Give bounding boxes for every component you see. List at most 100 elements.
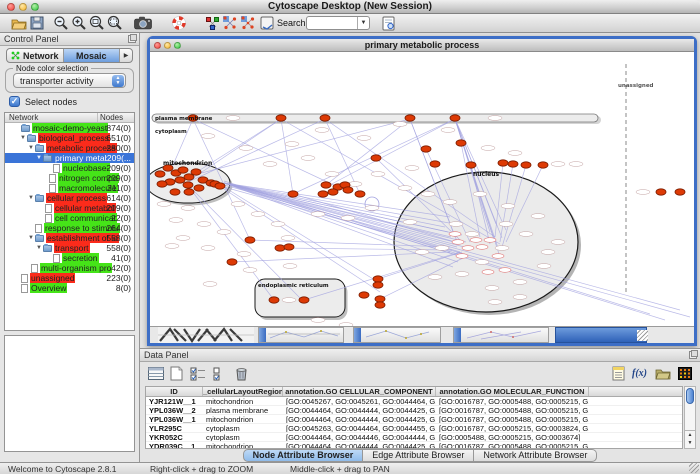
graph-node[interactable] — [375, 296, 385, 302]
graph-node[interactable] — [275, 245, 285, 251]
tree-row[interactable]: cell communicat22(0) — [5, 213, 134, 223]
minimized-window[interactable] — [453, 327, 549, 343]
table-cell[interactable]: [GO:0016787, GO:0005488, GO:0005215, G..… — [436, 397, 589, 405]
graph-node[interactable] — [456, 140, 466, 146]
tree-column-nodes[interactable]: Nodes — [98, 113, 134, 122]
network-graph[interactable]: plasma membranecytoplasmmitochondrionnuc… — [150, 52, 694, 326]
tab-overflow-arrow-icon[interactable]: ▶ — [120, 49, 132, 62]
minimized-window[interactable] — [353, 327, 441, 343]
dropdown-stepper-icon[interactable]: ▲▼ — [112, 75, 124, 87]
graph-node[interactable] — [170, 189, 180, 195]
tree-row[interactable]: unassigned223(0) — [5, 273, 134, 283]
graph-node[interactable] — [194, 185, 204, 191]
graph-node[interactable] — [269, 297, 279, 303]
zoom-in-icon[interactable] — [70, 15, 88, 31]
table-cell[interactable]: YDR039C__1 — [146, 442, 203, 449]
graph-node[interactable] — [191, 169, 201, 175]
tree-row[interactable]: cellular metabol209(0) — [5, 203, 134, 213]
minimize-button[interactable] — [19, 3, 27, 11]
float-panel-icon[interactable] — [689, 351, 697, 359]
node-color-dropdown[interactable]: transporter activity ▲▼ — [13, 73, 126, 88]
graph-node[interactable] — [405, 115, 415, 121]
table-cell[interactable]: [GO:0045263, GO:0044464, GO:0044455, G..… — [283, 424, 436, 432]
graph-node[interactable] — [184, 189, 194, 195]
network-window-titlebar[interactable]: primary metabolic process — [150, 39, 694, 52]
graph-node[interactable] — [466, 162, 476, 168]
graph-node[interactable] — [175, 177, 185, 183]
table-cell[interactable]: [GO:0016787, GO:0005488, GO:0005215, G..… — [436, 406, 589, 414]
tree-row[interactable]: mosaic-demo-yeast874(0) — [5, 123, 134, 133]
table-cell[interactable]: plasma membrane — [203, 406, 283, 414]
table-cell[interactable]: YKR052C — [146, 433, 203, 441]
graph-node[interactable] — [538, 162, 548, 168]
graph-node[interactable] — [421, 146, 431, 152]
table-row[interactable]: YPL036W__2plasma membrane[GO:0044464, GO… — [146, 406, 682, 415]
graph-node[interactable] — [245, 237, 255, 243]
tab-mosaic[interactable]: Mosaic — [64, 49, 121, 62]
table-row[interactable]: YLR295Ccytoplasm[GO:0045263, GO:0044464,… — [146, 424, 682, 433]
graph-node[interactable] — [276, 115, 286, 121]
graph-node[interactable] — [430, 161, 440, 167]
column-header-id[interactable]: ID — [146, 387, 203, 396]
graph-node[interactable] — [498, 160, 508, 166]
scrollbar-thumb[interactable] — [686, 388, 694, 404]
table-row[interactable]: YDR039C__1mitochondrion[GO:0044464, GO:0… — [146, 442, 682, 449]
minimized-network-thumbnail[interactable] — [158, 327, 254, 343]
minimized-window[interactable] — [258, 327, 344, 343]
table-cell[interactable]: YPL036W__2 — [146, 406, 203, 414]
minimize-icon[interactable] — [164, 42, 171, 49]
column-header-molecular-function[interactable]: annotation.GO MOLECULAR_FUNCTION — [436, 387, 589, 396]
tab-network-attribute-browser[interactable]: Network Attribute Browser — [474, 449, 597, 462]
zoom-fit-icon[interactable] — [88, 15, 106, 31]
graph-node[interactable] — [675, 189, 685, 195]
import-attributes-icon[interactable] — [653, 364, 672, 383]
tree-row[interactable]: ▼cellular process614(0) — [5, 193, 134, 203]
table-row[interactable]: YPL036W__1mitochondrion[GO:0044464, GO:0… — [146, 415, 682, 424]
table-cell[interactable]: [GO:0016787, GO:0005488, GO:0005215, G..… — [436, 415, 589, 423]
tree-row[interactable]: macromolecule311(0) — [5, 183, 134, 193]
graph-node[interactable] — [521, 162, 531, 168]
table-cell[interactable]: [GO:0045267, GO:0045261, GO:0044464, G..… — [283, 397, 436, 405]
graph-node[interactable] — [215, 183, 225, 189]
graph-node[interactable] — [359, 292, 369, 298]
tab-edge-attribute-browser[interactable]: Edge Attribute Browser — [363, 449, 474, 462]
search-box[interactable]: ▼ — [306, 16, 370, 30]
graph-node[interactable] — [328, 189, 338, 195]
app-resize-grip[interactable] — [689, 463, 699, 473]
vizmapper-icon[interactable] — [203, 15, 221, 31]
zoom-region-icon[interactable] — [106, 15, 124, 31]
table-cell[interactable]: mitochondrion — [203, 442, 283, 449]
graph-node[interactable] — [355, 191, 365, 197]
column-header-cellular-component[interactable]: annotation.GO CELLULAR_COMPONENT — [283, 387, 436, 396]
network-canvas[interactable]: plasma membranecytoplasmmitochondrionnuc… — [150, 52, 694, 327]
table-vertical-scrollbar[interactable]: ▲▼ — [684, 386, 696, 449]
expand-arrow-icon[interactable]: ▼ — [27, 145, 35, 151]
scroll-down-icon[interactable]: ▼ — [685, 439, 695, 447]
graph-node[interactable] — [288, 191, 298, 197]
graph-node[interactable] — [178, 167, 188, 173]
table-cell[interactable]: YLR295C — [146, 424, 203, 432]
graph-node[interactable] — [184, 174, 194, 180]
select-nodes-checkbox[interactable]: ✓ — [9, 96, 20, 107]
table-cell[interactable]: [GO:0016787, GO:0005488, GO:0005215, G..… — [436, 442, 589, 449]
expand-arrow-icon[interactable]: ▼ — [19, 135, 27, 141]
expand-arrow-icon[interactable]: ▼ — [27, 195, 35, 201]
plasma-membrane-region[interactable] — [152, 114, 598, 122]
column-header-region[interactable]: _cellularLayoutRegion — [203, 387, 283, 396]
table-cell[interactable]: [GO:0044464, GO:0044446, GO:0044444, G..… — [283, 433, 436, 441]
tree-row[interactable]: secretion41(0) — [5, 253, 134, 263]
graph-node[interactable] — [450, 115, 460, 121]
matrix-icon[interactable] — [675, 364, 694, 383]
search-advanced-icon[interactable] — [380, 15, 398, 31]
table-cell[interactable]: cytoplasm — [203, 433, 283, 441]
new-attribute-icon[interactable] — [167, 364, 186, 383]
tree-column-network[interactable]: Network — [5, 113, 98, 122]
graph-node[interactable] — [157, 181, 167, 187]
close-icon[interactable] — [154, 42, 161, 49]
tree-row[interactable]: ▼establishment of lo558(0) — [5, 233, 134, 243]
tree-row[interactable]: nucleobase-209(0) — [5, 163, 134, 173]
camera-icon[interactable] — [134, 15, 152, 31]
table-cell[interactable]: [GO:0016787, GO:0005215, GO:0003824, G..… — [436, 424, 589, 432]
graph-node[interactable] — [227, 259, 237, 265]
expand-arrow-icon[interactable]: ▼ — [35, 245, 43, 251]
